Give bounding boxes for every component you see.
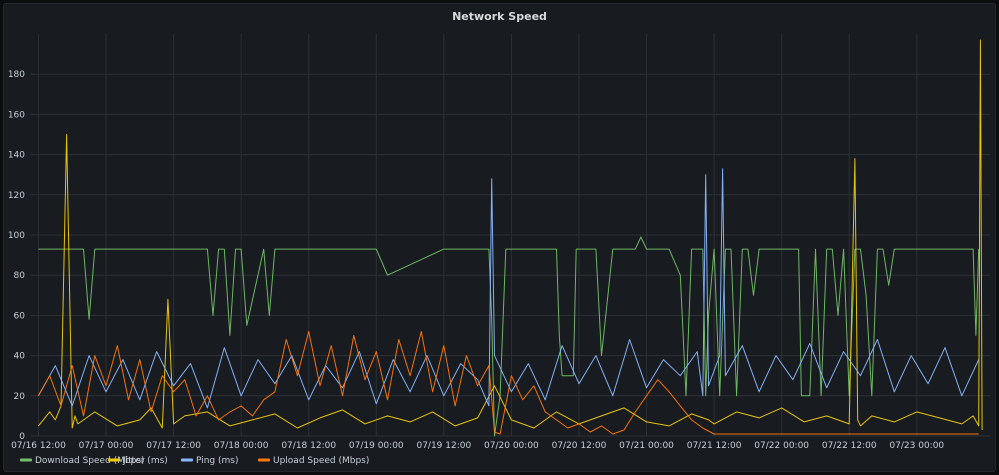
legend-label[interactable]: Jitter (ms)	[122, 456, 168, 466]
x-tick-label: 07/20 12:00	[552, 441, 607, 451]
legend: Download Speed (Mbps)Jitter (ms) Ping (ms…	[20, 456, 369, 466]
x-tick-label: 07/22 00:00	[754, 441, 809, 451]
legend-swatch	[258, 458, 270, 462]
x-tick-label: 07/22 12:00	[822, 441, 877, 451]
series-line-2	[37, 168, 980, 409]
x-tick-label: 07/17 00:00	[79, 441, 134, 451]
series-line-0	[38, 236, 980, 437]
x-tick-label: 07/21 12:00	[687, 441, 742, 451]
x-tick-label: 07/21 00:00	[619, 441, 674, 451]
x-tick-label: 07/19 12:00	[416, 441, 471, 451]
legend-swatch	[20, 458, 32, 462]
series-line-3	[37, 331, 979, 435]
y-tick-label: 40	[14, 352, 26, 362]
x-tick-label: 07/23 00:00	[889, 441, 944, 451]
y-tick-label: 180	[8, 70, 25, 80]
x-tick-label: 07/20 00:00	[484, 441, 539, 451]
y-tick-label: 20	[14, 392, 26, 402]
legend-label[interactable]: Upload Speed (Mbps)	[273, 456, 369, 466]
x-tick-label: 07/18 00:00	[214, 441, 269, 451]
legend-swatch	[181, 458, 193, 462]
x-tick-label: 07/17 12:00	[146, 441, 201, 451]
y-tick-label: 120	[8, 191, 25, 201]
y-axis-ticks: 020406080100120140160180	[8, 70, 25, 442]
legend-swatch	[108, 458, 120, 462]
series-lines	[37, 39, 983, 437]
y-tick-label: 140	[8, 151, 25, 161]
y-tick-label: 60	[14, 311, 26, 321]
x-tick-label: 07/16 12:00	[11, 441, 66, 451]
network-speed-chart: 020406080100120140160180 07/16 12:00 07/1…	[8, 34, 990, 466]
x-axis-ticks: 07/16 12:00 07/17 00:00 07/17 12:00 07/18 0…	[11, 441, 944, 451]
y-tick-label: 100	[8, 231, 25, 241]
x-tick-label: 07/18 12:00	[281, 441, 336, 451]
x-tick-label: 07/19 00:00	[349, 441, 404, 451]
grid	[30, 34, 990, 437]
y-tick-label: 80	[14, 271, 26, 281]
y-tick-label: 160	[8, 110, 25, 120]
legend-label[interactable]: Ping (ms)	[196, 456, 239, 466]
